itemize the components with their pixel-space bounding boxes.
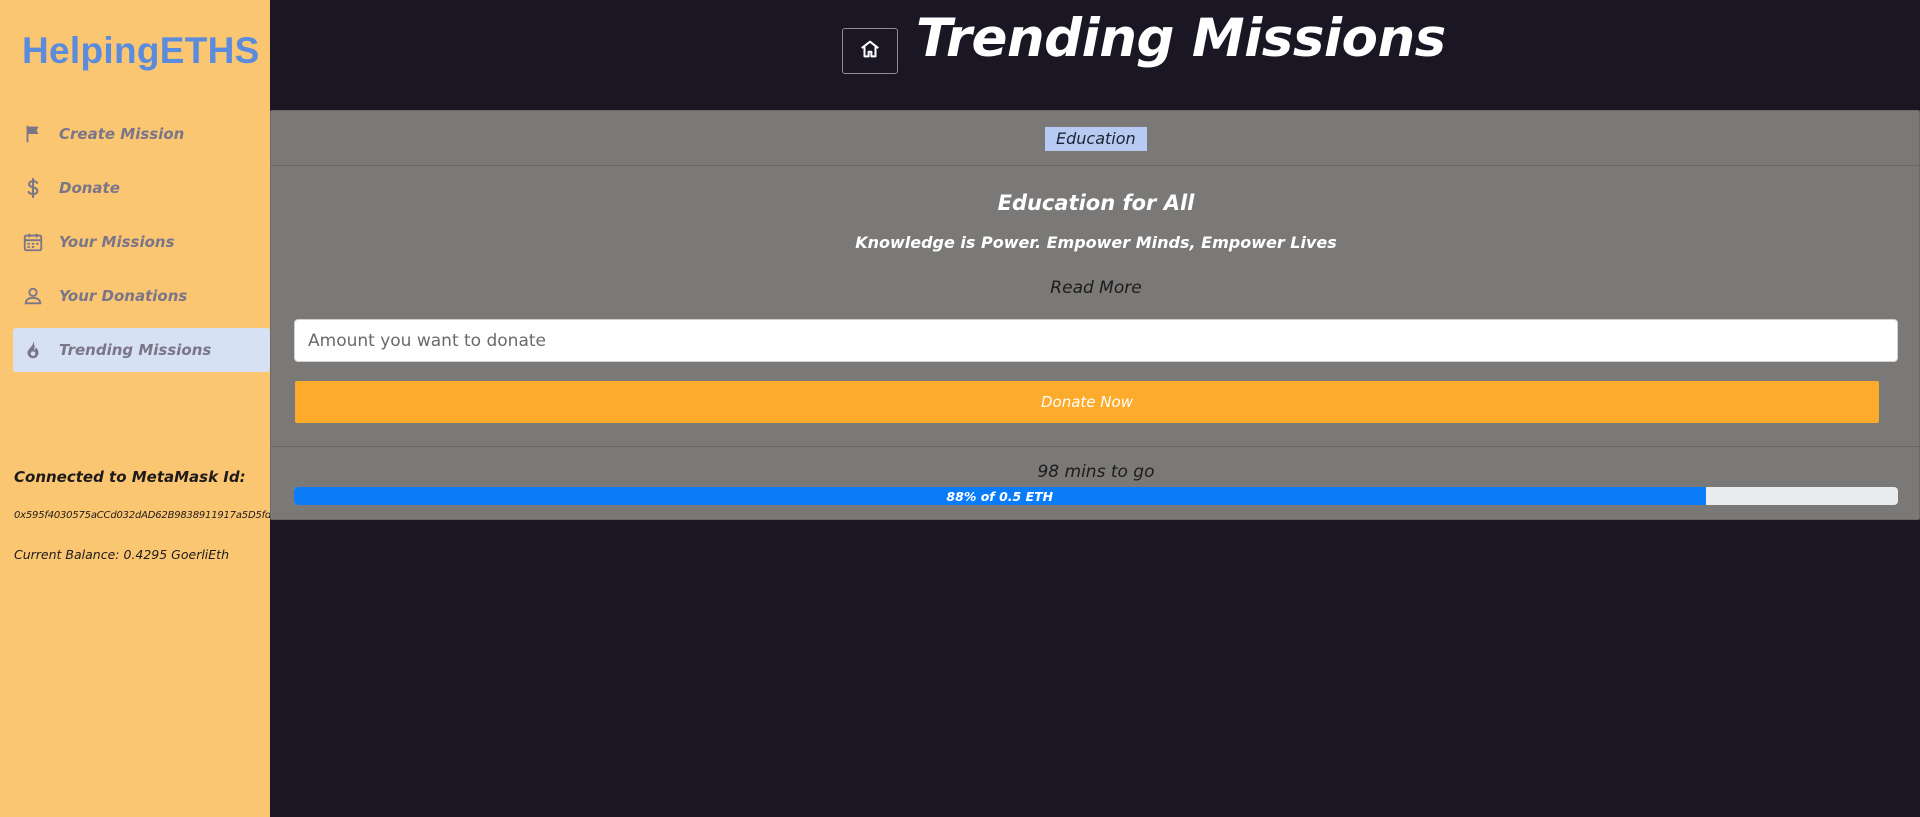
brand-logo[interactable]: HelpingETHS: [22, 30, 260, 72]
sidebar-item-label: Donate: [59, 179, 120, 197]
mission-card: Education Education for All Knowledge is…: [270, 110, 1920, 520]
metamask-connected-label: Connected to MetaMask Id:: [14, 468, 246, 486]
funding-progress-bar: 88% of 0.5 ETH: [294, 487, 1898, 505]
sidebar-item-donate[interactable]: Donate: [13, 166, 270, 210]
wallet-balance: Current Balance: 0.4295 GoerliEth: [14, 547, 229, 562]
progress-fill: 88% of 0.5 ETH: [294, 487, 1706, 505]
donation-amount-input[interactable]: [294, 319, 1898, 362]
metamask-address: 0x595f4030575aCCd032dAD62B9838911917a5D5…: [14, 510, 272, 521]
page-title: Trending Missions: [916, 8, 1446, 69]
time-remaining: 98 mins to go: [1037, 462, 1155, 482]
sidebar-nav: Create Mission Donate Your Missions Your…: [13, 112, 270, 382]
sidebar-item-trending-missions[interactable]: Trending Missions: [13, 328, 270, 372]
home-button[interactable]: [842, 28, 898, 74]
sidebar-item-create-mission[interactable]: Create Mission: [13, 112, 270, 156]
category-badge: Education: [1045, 127, 1147, 151]
sidebar-item-label: Your Donations: [59, 287, 188, 305]
dollar-icon: [21, 176, 45, 200]
home-icon: [859, 38, 881, 64]
sidebar-item-your-donations[interactable]: Your Donations: [13, 274, 270, 318]
progress-label: 88% of 0.5 ETH: [946, 488, 1054, 504]
sidebar-item-label: Your Missions: [59, 233, 175, 251]
sidebar-item-your-missions[interactable]: Your Missions: [13, 220, 270, 264]
mission-subtitle: Knowledge is Power. Empower Minds, Empow…: [855, 233, 1337, 252]
mission-card-footer: [271, 446, 1920, 447]
mission-card-header: Education: [271, 111, 1919, 166]
flame-icon: [21, 338, 45, 362]
user-icon: [21, 284, 45, 308]
sidebar: HelpingETHS Create Mission Donate Your M…: [0, 0, 272, 817]
donate-now-button[interactable]: Donate Now: [295, 381, 1879, 423]
read-more-link[interactable]: Read More: [271, 278, 1920, 298]
flag-icon: [21, 122, 45, 146]
mission-title: Education for All: [997, 191, 1195, 215]
calendar-icon: [21, 230, 45, 254]
sidebar-item-label: Create Mission: [59, 125, 185, 143]
sidebar-item-label: Trending Missions: [59, 341, 212, 359]
